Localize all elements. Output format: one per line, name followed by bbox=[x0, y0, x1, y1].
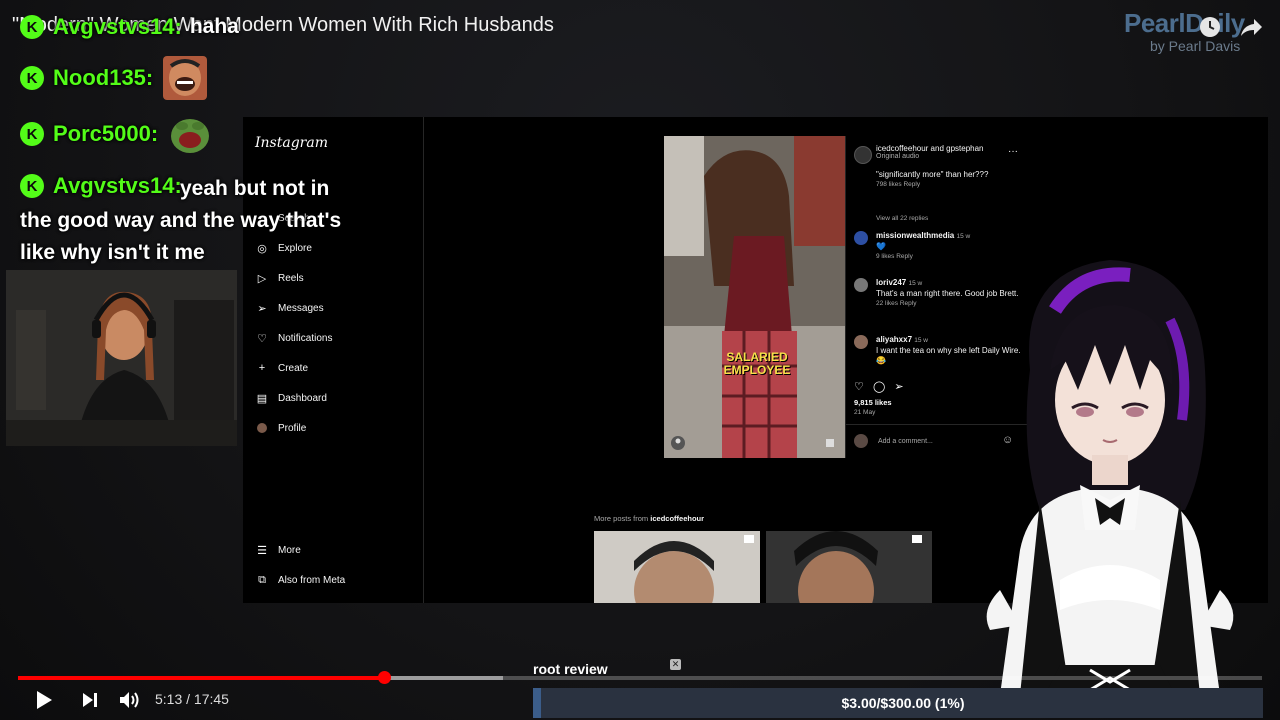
nav-notifications-label: Notifications bbox=[278, 332, 333, 344]
share-post-icon[interactable]: ➢ bbox=[894, 381, 903, 393]
nav-also-from-meta[interactable]: ⧉ Also from Meta bbox=[255, 573, 345, 587]
laughing-man-emote bbox=[163, 56, 208, 100]
more-post-thumbnail[interactable] bbox=[594, 531, 760, 603]
chat-text: yeah but not in the good way and the way… bbox=[20, 177, 342, 264]
post-audio[interactable]: Original audio bbox=[876, 153, 984, 160]
nav-messages[interactable]: ➢ Messages bbox=[255, 301, 324, 315]
nav-more-label: More bbox=[278, 544, 301, 556]
pepe-laugh-emote bbox=[168, 112, 212, 156]
nav-dashboard[interactable]: ▤ Dashboard bbox=[255, 391, 327, 405]
chat-message: K Porc5000: bbox=[20, 112, 212, 156]
meta-icon: ⧉ bbox=[258, 573, 266, 586]
post-options-icon[interactable]: ··· bbox=[1008, 146, 1018, 157]
post-author[interactable]: icedcoffeehour and gpstephan bbox=[876, 144, 984, 153]
comment-text: "significantly more" than her??? bbox=[876, 170, 989, 179]
kick-icon: K bbox=[20, 15, 44, 39]
volume-icon bbox=[120, 692, 139, 708]
vtuber-avatar bbox=[960, 250, 1260, 695]
viewer-avatar bbox=[854, 434, 868, 448]
author-avatar[interactable] bbox=[854, 146, 872, 164]
skip-next-icon bbox=[83, 693, 97, 707]
comment-age: 15 w bbox=[908, 280, 923, 287]
heart-icon: ♡ bbox=[257, 332, 267, 345]
chat-username: Avgvstvs14: bbox=[53, 14, 182, 39]
goal-progress-text: $3.00/$300.00 (1%) bbox=[841, 695, 965, 711]
nav-messages-label: Messages bbox=[278, 302, 324, 314]
time-display: 5:13 / 17:45 bbox=[155, 691, 229, 707]
like-icon[interactable]: ♡ bbox=[854, 381, 864, 393]
chat-text-long: yeah but not in the good way and the way… bbox=[20, 173, 350, 269]
nav-create-label: Create bbox=[278, 362, 309, 374]
kick-icon: K bbox=[20, 122, 44, 146]
nav-profile-label: Profile bbox=[278, 422, 307, 434]
more-post-thumbnail[interactable] bbox=[766, 531, 932, 603]
nav-dashboard-label: Dashboard bbox=[278, 392, 327, 404]
view-replies[interactable]: View all 22 replies bbox=[876, 213, 1026, 224]
comment-avatar[interactable] bbox=[854, 278, 868, 292]
play-button[interactable] bbox=[30, 688, 58, 712]
post-date: 21 May bbox=[854, 409, 876, 416]
instagram-logo[interactable]: Instagram bbox=[255, 135, 328, 151]
nav-create[interactable]: + Create bbox=[255, 361, 308, 375]
more-posts-user[interactable]: icedcoffeehour bbox=[650, 514, 704, 523]
reel-video[interactable]: SALARIED EMPLOYEE bbox=[664, 136, 845, 458]
chat-username: Porc5000: bbox=[53, 121, 159, 146]
donation-goal-bar: $3.00/$300.00 (1%) bbox=[533, 688, 1263, 718]
nav-more[interactable]: ☰ More bbox=[255, 543, 301, 557]
chart-icon: ▤ bbox=[256, 392, 268, 405]
nav-reels[interactable]: ▷ Reels bbox=[255, 271, 304, 285]
comment-age: 15 w bbox=[914, 337, 928, 344]
next-button[interactable] bbox=[78, 688, 102, 712]
kick-icon: K bbox=[20, 66, 44, 90]
chat-message: K Avgvstvs14: haha bbox=[20, 14, 239, 40]
reels-icon: ▷ bbox=[257, 272, 267, 285]
chat-username: Nood135: bbox=[53, 65, 154, 90]
comment-user[interactable]: aliyahxx7 bbox=[876, 335, 912, 344]
comment-user[interactable]: loriv247 bbox=[876, 278, 906, 287]
add-comment-input[interactable]: Add a comment... bbox=[878, 438, 933, 445]
comment-meta[interactable]: 798 likes Reply bbox=[876, 180, 1026, 190]
chat-text: haha bbox=[189, 15, 239, 38]
nav-profile[interactable]: Profile bbox=[255, 421, 306, 435]
close-icon: ✕ bbox=[670, 659, 681, 670]
nav-reels-label: Reels bbox=[278, 272, 304, 284]
nav-meta-label: Also from Meta bbox=[278, 574, 346, 586]
more-posts-label: More posts from bbox=[594, 514, 649, 523]
goal-label: root review bbox=[533, 661, 608, 677]
reel-caption-overlay: SALARIED EMPLOYEE bbox=[723, 350, 791, 377]
watch-later-icon[interactable] bbox=[1195, 12, 1225, 42]
comment-age: 15 w bbox=[956, 233, 971, 240]
comment-avatar[interactable] bbox=[854, 231, 868, 245]
streamer-webcam bbox=[6, 270, 237, 446]
video-progress-bar[interactable] bbox=[18, 671, 1262, 684]
post-likes[interactable]: 9,815 likes bbox=[854, 398, 892, 407]
share-icon[interactable] bbox=[1237, 12, 1267, 42]
comment-user[interactable]: missionwealthmedia bbox=[876, 231, 954, 240]
comment-icon[interactable]: ◯ bbox=[873, 381, 885, 393]
chat-message: K Nood135: bbox=[20, 56, 208, 100]
post-actions: ♡ ◯ ➢ bbox=[854, 380, 904, 393]
post-header: icedcoffeehour and gpstephan Original au… bbox=[876, 144, 984, 160]
volume-button[interactable] bbox=[117, 688, 143, 712]
send-icon: ➢ bbox=[257, 302, 267, 315]
progress-played bbox=[18, 676, 384, 680]
plus-icon: + bbox=[258, 362, 266, 374]
menu-icon: ☰ bbox=[257, 544, 267, 557]
progress-scrubber[interactable] bbox=[377, 671, 391, 684]
nav-notifications[interactable]: ♡ Notifications bbox=[255, 331, 332, 345]
avatar-icon bbox=[255, 421, 269, 435]
comment-avatar[interactable] bbox=[854, 335, 868, 349]
more-posts-heading: More posts from icedcoffeehour bbox=[594, 514, 704, 523]
play-icon bbox=[37, 691, 52, 709]
comment-1: "significantly more" than her??? 798 lik… bbox=[876, 170, 1026, 190]
view-replies-label[interactable]: View all 22 replies bbox=[876, 215, 928, 222]
